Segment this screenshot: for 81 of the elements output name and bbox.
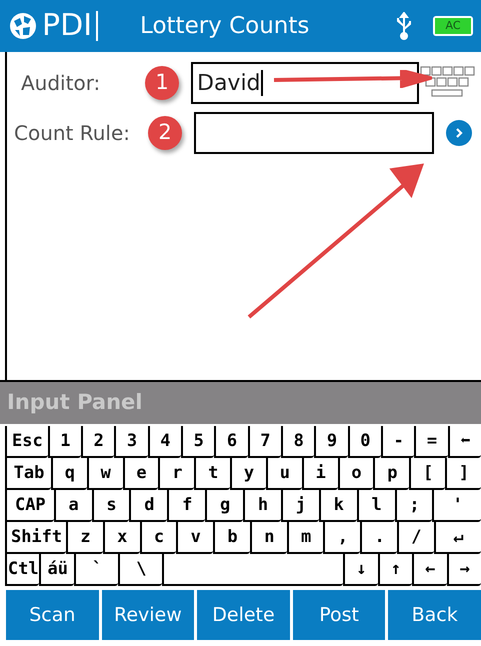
text-caret bbox=[260, 70, 263, 96]
keyboard-key[interactable]: c bbox=[140, 522, 176, 554]
keyboard-key[interactable]: y bbox=[230, 458, 266, 490]
keyboard-key[interactable]: x bbox=[102, 522, 140, 554]
keyboard-key[interactable]: z bbox=[66, 522, 103, 554]
keyboard-key[interactable]: b bbox=[213, 522, 250, 554]
keyboard-key[interactable]: l bbox=[356, 490, 395, 522]
keyboard-key[interactable]: f bbox=[167, 490, 206, 522]
keyboard-key[interactable]: Shift bbox=[5, 522, 66, 554]
keyboard-key[interactable]: v bbox=[176, 522, 214, 554]
keyboard-key[interactable]: o bbox=[338, 458, 374, 490]
next-button[interactable] bbox=[446, 120, 472, 146]
keyboard-key[interactable]: 6 bbox=[214, 426, 248, 458]
keyboard-key[interactable]: ] bbox=[445, 458, 481, 490]
usb-icon bbox=[395, 12, 413, 40]
keyboard-key[interactable]: áü bbox=[39, 554, 74, 586]
keyboard-key[interactable]: j bbox=[280, 490, 319, 522]
keyboard-key[interactable]: ↑ bbox=[378, 554, 412, 586]
step-marker: 2 bbox=[148, 116, 182, 150]
keyboard-key[interactable]: 0 bbox=[348, 426, 382, 458]
window-title: Lottery Counts bbox=[140, 12, 310, 41]
toolbar-button[interactable]: Back bbox=[388, 590, 481, 640]
toolbar-button[interactable]: Post bbox=[292, 590, 386, 640]
keyboard-key[interactable]: n bbox=[250, 522, 287, 554]
keyboard-key[interactable]: \ bbox=[118, 554, 162, 586]
chevron-icon bbox=[453, 127, 465, 139]
space-key[interactable] bbox=[162, 554, 344, 586]
keyboard-key[interactable]: CAP bbox=[5, 490, 54, 522]
keyboard-key[interactable]: ` bbox=[74, 554, 118, 586]
keyboard-key[interactable]: 8 bbox=[281, 426, 314, 458]
keyboard-key[interactable]: Ctl bbox=[5, 554, 40, 586]
keyboard-key[interactable]: 2 bbox=[81, 426, 114, 458]
keyboard-key[interactable]: q bbox=[50, 458, 87, 490]
toolbar-button[interactable]: Scan bbox=[6, 590, 99, 640]
keyboard-key[interactable]: → bbox=[446, 554, 481, 586]
keyboard-key[interactable]: . bbox=[360, 522, 397, 554]
keyboard-key[interactable]: u bbox=[266, 458, 302, 490]
battery-label: AC bbox=[435, 18, 471, 34]
keyboard-key[interactable]: ↵ bbox=[434, 522, 481, 554]
globe-icon bbox=[8, 11, 38, 41]
keyboard-key[interactable]: k bbox=[318, 490, 357, 522]
keyboard-key[interactable]: r bbox=[158, 458, 194, 490]
keyboard-key[interactable]: ← bbox=[412, 554, 447, 586]
toolbar-button[interactable]: Review bbox=[102, 590, 194, 640]
toolbar-button[interactable]: Delete bbox=[197, 590, 290, 640]
keyboard-key[interactable]: , bbox=[323, 522, 360, 554]
keyboard-key[interactable]: m bbox=[286, 522, 324, 554]
panel-title: Input Panel bbox=[7, 389, 142, 416]
text-field[interactable]: David bbox=[191, 62, 419, 104]
keyboard-key[interactable]: Tab bbox=[5, 458, 51, 490]
keyboard-key[interactable]: h bbox=[243, 490, 281, 522]
keyboard-key[interactable]: 1 bbox=[48, 426, 82, 458]
keyboard-key[interactable]: 5 bbox=[181, 426, 214, 458]
keyboard-key[interactable]: d bbox=[129, 490, 168, 522]
field-value: David bbox=[197, 70, 261, 98]
keyboard-key[interactable]: 9 bbox=[314, 426, 348, 458]
keyboard-key[interactable]: Esc bbox=[5, 426, 48, 458]
keyboard-key[interactable]: s bbox=[92, 490, 130, 522]
keyboard-key[interactable]: / bbox=[397, 522, 434, 554]
keyboard-key[interactable]: - bbox=[381, 426, 414, 458]
keyboard-key[interactable]: i bbox=[302, 458, 338, 490]
keyboard-key[interactable]: ⬅ bbox=[448, 426, 481, 458]
keyboard-key[interactable]: 7 bbox=[248, 426, 282, 458]
keyboard-key[interactable]: = bbox=[414, 426, 448, 458]
keyboard-key[interactable]: g bbox=[205, 490, 244, 522]
keyboard-key[interactable]: 4 bbox=[148, 426, 182, 458]
text-field[interactable] bbox=[194, 112, 434, 154]
app-logo: PDI bbox=[42, 11, 98, 41]
keyboard-key[interactable]: 3 bbox=[114, 426, 148, 458]
keyboard-key[interactable]: w bbox=[86, 458, 123, 490]
keyboard-key[interactable]: [ bbox=[409, 458, 446, 490]
field-label: Auditor: bbox=[21, 70, 102, 97]
step-marker: 1 bbox=[145, 66, 179, 100]
keyboard-key[interactable]: ↓ bbox=[343, 554, 378, 586]
keyboard-key[interactable]: a bbox=[54, 490, 92, 522]
keyboard-key[interactable]: p bbox=[373, 458, 410, 490]
keyboard-key[interactable]: t bbox=[194, 458, 230, 490]
field-label: Count Rule: bbox=[14, 120, 132, 147]
keyboard-key[interactable]: ; bbox=[394, 490, 432, 522]
keyboard-key[interactable]: ' bbox=[432, 490, 481, 522]
keyboard-key[interactable]: e bbox=[122, 458, 158, 490]
